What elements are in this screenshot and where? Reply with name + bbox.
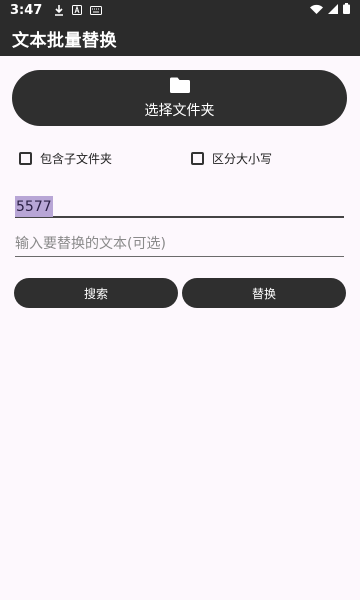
include-subfolders-option[interactable]: 包含子文件夹 bbox=[19, 149, 112, 167]
case-sensitive-label: 区分大小写 bbox=[212, 151, 273, 166]
include-subfolders-checkbox[interactable] bbox=[19, 151, 32, 165]
search-text-field[interactable]: 5577 bbox=[15, 194, 344, 218]
folder-icon bbox=[169, 77, 191, 95]
app-title: 文本批量替换 bbox=[12, 30, 117, 51]
case-sensitive-option[interactable]: 区分大小写 bbox=[191, 149, 272, 167]
replace-text-field[interactable]: 输入要替换的文本(可选) bbox=[15, 233, 344, 257]
select-folder-button[interactable]: 选择文件夹 bbox=[12, 70, 347, 126]
case-sensitive-checkbox[interactable] bbox=[191, 151, 204, 165]
battery-icon bbox=[343, 2, 350, 18]
replace-text-placeholder: 输入要替换的文本(可选) bbox=[15, 236, 166, 252]
replace-button-label: 替换 bbox=[251, 286, 276, 301]
a-icon bbox=[72, 5, 83, 15]
replace-button[interactable]: 替换 bbox=[182, 278, 346, 308]
search-button-label: 搜索 bbox=[83, 286, 108, 301]
status-bar: 3:47 bbox=[0, 0, 360, 20]
signal-icon bbox=[328, 3, 338, 18]
search-text-value: 5577 bbox=[15, 196, 53, 217]
download-icon bbox=[54, 4, 64, 16]
wifi-icon bbox=[310, 3, 323, 18]
status-time: 3:47 bbox=[10, 2, 43, 18]
include-subfolders-label: 包含子文件夹 bbox=[40, 151, 113, 166]
select-folder-label: 选择文件夹 bbox=[144, 102, 215, 119]
app-bar: 文本批量替换 bbox=[0, 20, 360, 56]
search-button[interactable]: 搜索 bbox=[14, 278, 178, 308]
keyboard-icon bbox=[90, 5, 103, 15]
